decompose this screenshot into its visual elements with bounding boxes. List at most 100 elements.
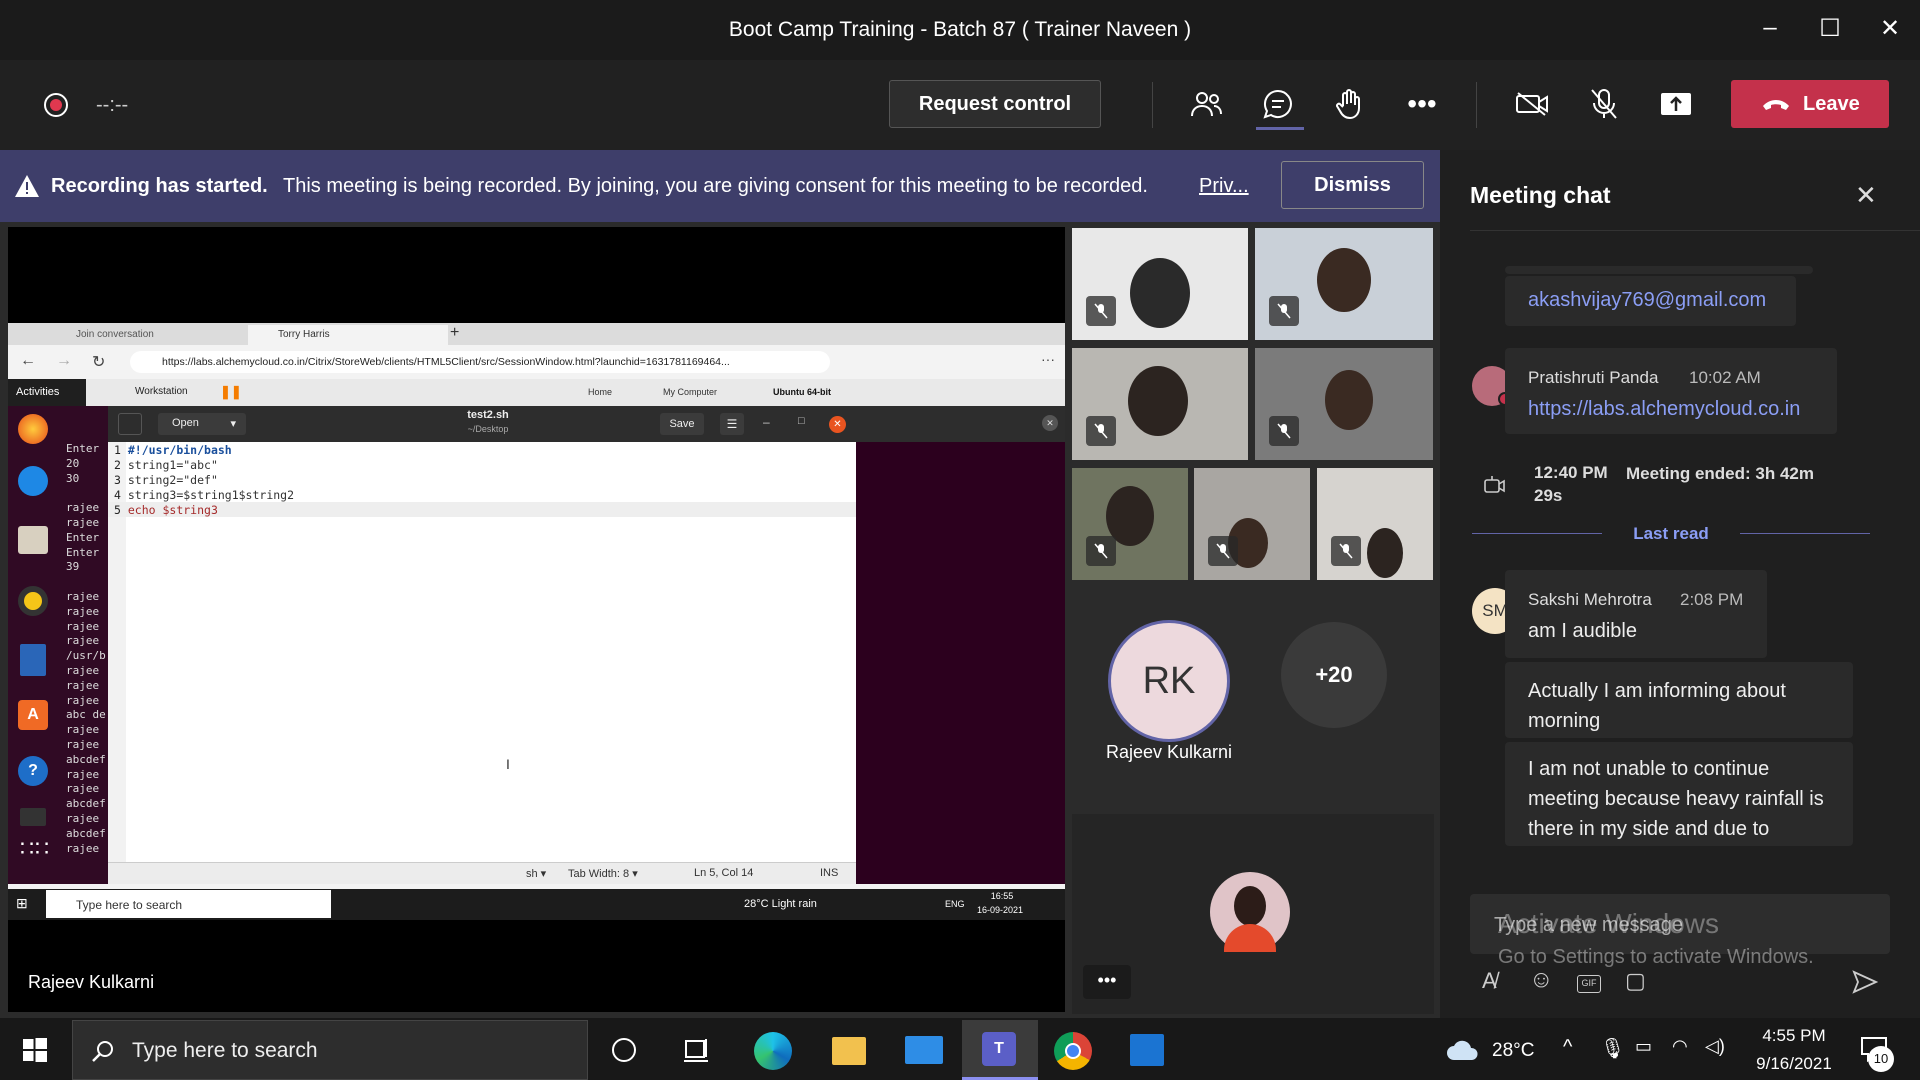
title-bar: Boot Camp Training - Batch 87 ( Trainer … (0, 0, 1920, 60)
maximize-icon[interactable]: ☐ (1810, 14, 1850, 44)
teams-taskbar-button[interactable]: T (962, 1020, 1038, 1080)
participants-icon[interactable] (1186, 84, 1226, 124)
leave-button[interactable]: Leave (1731, 80, 1889, 128)
self-view-more-icon[interactable]: ••• (1083, 965, 1131, 999)
pause-icon[interactable]: ❚❚ (220, 384, 242, 400)
chat-icon[interactable] (1258, 84, 1298, 124)
help-icon[interactable]: ? (18, 756, 48, 786)
close-window-icon[interactable]: ✕ (1870, 14, 1910, 44)
mail-icon[interactable] (905, 1036, 943, 1064)
forward-icon[interactable]: → (56, 352, 72, 370)
terminal-close-icon[interactable]: ✕ (1042, 415, 1058, 431)
back-icon[interactable]: ← (20, 352, 36, 370)
last-read-label: Last read (1633, 524, 1709, 543)
battery-icon[interactable]: ▭ (1635, 1036, 1652, 1057)
gedit-close-icon[interactable]: ✕ (829, 416, 846, 433)
url-field[interactable]: https://labs.alchemycloud.co.in/Citrix/S… (130, 351, 830, 373)
file-explorer-icon[interactable] (832, 1037, 866, 1065)
muted-mic-icon (1331, 536, 1361, 566)
vm-tab-mycomputer[interactable]: My Computer (663, 387, 717, 397)
browser-tab-2[interactable]: Torry Harris (248, 325, 448, 345)
video-tile[interactable] (1255, 228, 1433, 340)
edge-icon[interactable] (754, 1032, 792, 1070)
taskbar-time[interactable]: 4:55 PM (1744, 1026, 1844, 1046)
recording-banner: Recording has started. This meeting is b… (0, 150, 1440, 222)
volume-icon[interactable]: ◁) (1705, 1036, 1725, 1057)
video-tile[interactable] (1194, 468, 1310, 580)
browser-tab-1[interactable]: Join conversation (46, 325, 246, 345)
gedit-filepath: ~/Desktop (467, 424, 509, 434)
new-tab-icon[interactable]: + (450, 324, 459, 342)
code-line: 4 string3=$string1$string2 (114, 488, 294, 503)
browser-menu-icon[interactable]: ··· (1041, 351, 1055, 367)
wifi-icon[interactable]: ◠ (1672, 1036, 1688, 1057)
line-text: echo $string3 (127, 503, 218, 517)
firefox-icon[interactable] (18, 414, 48, 444)
minimize-icon[interactable]: – (1750, 14, 1790, 44)
language-selector[interactable]: sh ▾ (526, 867, 546, 880)
rk-avatar[interactable]: RK (1108, 620, 1230, 742)
thunderbird-icon[interactable] (18, 466, 48, 496)
remote-date: 16-09-2021 (976, 905, 1024, 915)
files-icon[interactable] (18, 526, 48, 554)
mic-off-icon[interactable] (1584, 84, 1624, 124)
tray-chevron-icon[interactable]: ^ (1563, 1036, 1572, 1059)
code-editor[interactable]: 1 #!/usr/bin/bash 2 string1="abc" 3 string… (114, 443, 294, 518)
remote-search-box[interactable]: Type here to search (46, 890, 331, 918)
camera-off-icon[interactable] (1512, 84, 1552, 124)
video-tile[interactable] (1072, 228, 1248, 340)
gedit-filename: test2.sh (467, 409, 509, 421)
video-tile[interactable] (1317, 468, 1433, 580)
format-icon[interactable]: A̸ (1482, 968, 1497, 994)
activation-watermark: Activate Windows (1498, 908, 1719, 939)
gedit-maximize-icon[interactable]: □ (798, 415, 805, 427)
video-tile[interactable] (1255, 348, 1433, 460)
activities-button[interactable]: Activities (8, 379, 86, 406)
task-view-icon[interactable] (682, 1037, 710, 1063)
tab-width-selector[interactable]: Tab Width: 8 ▾ (568, 867, 638, 880)
gedit-minimize-icon[interactable]: – (763, 415, 770, 429)
open-button[interactable]: Open ▾ (158, 413, 246, 435)
gif-icon[interactable]: GIF (1577, 975, 1601, 993)
cortana-icon[interactable] (612, 1038, 636, 1062)
hamburger-menu-icon[interactable]: ☰ (720, 413, 744, 435)
remote-lang: ENG (945, 899, 965, 909)
save-button[interactable]: Save (660, 413, 704, 435)
windows-start-icon[interactable] (23, 1038, 47, 1062)
vm-tab-ubuntu[interactable]: Ubuntu 64-bit (773, 387, 831, 397)
send-icon[interactable] (1852, 970, 1878, 994)
photos-icon[interactable] (1130, 1034, 1164, 1066)
email-link[interactable]: akashvijay769@gmail.com (1505, 276, 1796, 326)
more-participants-button[interactable]: +20 (1281, 622, 1387, 728)
raise-hand-icon[interactable] (1330, 84, 1370, 124)
tray-mic-icon[interactable]: 🎙 (1600, 1036, 1625, 1061)
taskbar-search-box[interactable]: Type here to search (72, 1020, 588, 1080)
vm-tab-home[interactable]: Home (588, 387, 612, 397)
video-tile[interactable] (1072, 468, 1188, 580)
taskbar-date[interactable]: 9/16/2021 (1734, 1054, 1854, 1074)
more-actions-icon[interactable]: ••• (1402, 84, 1442, 124)
line-number: 4 (114, 488, 128, 502)
app-grid-icon[interactable]: ∷∷ (20, 838, 50, 860)
close-chat-icon[interactable]: ✕ (1855, 180, 1877, 211)
taskbar-weather[interactable]: 28°C (1492, 1040, 1534, 1062)
sticker-icon[interactable]: ▢ (1625, 968, 1646, 994)
vm-workstation-menu[interactable]: Workstation (135, 386, 188, 397)
remote-start-icon[interactable]: ⊞ (16, 895, 28, 912)
chrome-icon[interactable] (1054, 1032, 1092, 1070)
terminal-line: 20 (66, 456, 80, 470)
line-text: string3=$string1$string2 (127, 488, 295, 502)
dismiss-button[interactable]: Dismiss (1281, 161, 1424, 209)
message-link[interactable]: https://labs.alchemycloud.co.in (1528, 398, 1800, 421)
rhythmbox-icon[interactable] (18, 586, 48, 616)
request-control-button[interactable]: Request control (889, 80, 1101, 128)
video-tile[interactable] (1072, 348, 1248, 460)
terminal-icon[interactable] (20, 808, 46, 826)
software-center-icon[interactable]: A (18, 700, 48, 730)
share-screen-icon[interactable] (1656, 84, 1696, 124)
refresh-icon[interactable]: ↻ (92, 352, 105, 372)
writer-icon[interactable] (20, 644, 46, 676)
new-document-icon[interactable] (118, 413, 142, 435)
privacy-link[interactable]: Priv... (1199, 175, 1249, 198)
emoji-icon[interactable]: ☺ (1529, 966, 1554, 994)
